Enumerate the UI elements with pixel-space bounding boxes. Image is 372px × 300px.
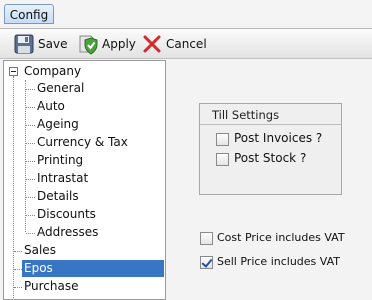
tree-line [26,179,35,180]
tab-config[interactable]: Config [4,4,54,24]
red-x-icon [143,35,161,53]
post-invoices-label: Post Invoices ? [234,131,323,145]
tree-item-general[interactable]: General [37,80,84,97]
save-button[interactable]: Save [14,33,67,55]
cancel-label: Cancel [166,37,207,51]
save-label: Save [38,37,68,51]
tree-line [26,197,35,198]
tree-item-purchase[interactable]: Purchase [24,278,79,295]
tree-item-discounts[interactable]: Discounts [37,206,96,223]
group-divider [200,124,341,125]
post-stock-checkbox[interactable] [216,153,229,166]
tree-item-printing[interactable]: Printing [37,152,83,169]
tree-item-sales[interactable]: Sales [24,242,56,259]
till-settings-group: Till Settings Post Invoices ? Post Stock… [199,103,342,195]
apply-button[interactable]: Apply [76,33,136,55]
tree-line [14,269,22,270]
tree-line [26,233,35,234]
tree-item-details[interactable]: Details [37,188,79,205]
sell-price-vat-label: Sell Price includes VAT [217,255,340,268]
tree-line [14,251,22,252]
config-tree[interactable]: Company General Auto Ageing Currency & T… [3,60,166,300]
cost-price-vat-checkbox[interactable] [200,232,213,245]
tree-item-ageing[interactable]: Ageing [37,116,79,133]
tab-strip: Config [0,0,372,28]
till-settings-title: Till Settings [212,108,280,122]
tree-line [25,80,26,232]
post-stock-label: Post Stock ? [234,151,307,165]
tree-item-addresses[interactable]: Addresses [37,224,98,241]
floppy-disk-icon [14,34,34,54]
tree-item-company[interactable]: Company [24,63,81,80]
tree-item-currency-tax[interactable]: Currency & Tax [37,134,128,151]
apply-label: Apply [102,37,136,51]
tree-line [26,161,35,162]
tree-item-intrastat[interactable]: Intrastat [37,170,88,187]
tree-line [26,125,35,126]
tree-item-epos[interactable]: Epos [22,260,164,277]
shield-check-icon [79,35,98,55]
post-invoices-checkbox[interactable] [216,133,229,146]
tree-line [26,143,35,144]
tree-item-auto[interactable]: Auto [37,98,65,115]
tree-line [26,107,35,108]
toolbar: Save Apply Cancel [0,28,372,59]
collapse-toggle-company[interactable] [9,67,18,76]
sell-price-vat-checkbox[interactable] [200,256,213,269]
tree-line [26,89,35,90]
cancel-button[interactable]: Cancel [142,33,207,55]
tree-line [26,215,35,216]
cost-price-vat-label: Cost Price includes VAT [217,231,345,244]
tree-line [14,287,22,288]
tree-line [13,76,14,299]
